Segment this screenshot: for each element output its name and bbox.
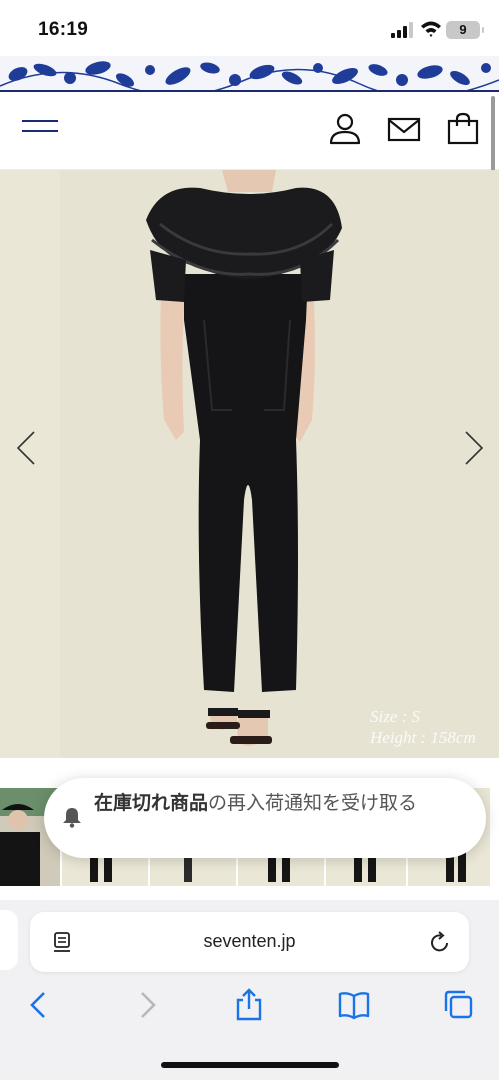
restock-notification-text: 在庫切れ商品の再入荷通知を受け取る — [94, 790, 424, 818]
product-image[interactable] — [0, 170, 499, 758]
model-size-caption: Size : S Height : 158cm — [370, 706, 476, 748]
restock-notification-button[interactable]: 在庫切れ商品の再入荷通知を受け取る — [44, 778, 486, 858]
decorative-floral-banner — [0, 56, 499, 92]
status-time: 16:19 — [38, 19, 89, 40]
account-icon[interactable] — [328, 112, 362, 146]
bell-icon — [63, 808, 81, 828]
shopping-bag-icon[interactable] — [446, 112, 480, 146]
share-icon[interactable] — [233, 988, 265, 1022]
size-label: Size : S — [370, 707, 421, 726]
back-icon[interactable] — [24, 988, 56, 1022]
browser-toolbar — [0, 988, 499, 1028]
mail-icon[interactable] — [387, 112, 421, 146]
address-bar[interactable]: seventen.jp — [30, 912, 469, 972]
restock-strong-text: 在庫切れ商品 — [94, 793, 209, 814]
url-text: seventen.jp — [203, 931, 296, 951]
wifi-icon — [421, 21, 441, 37]
chevron-left-icon[interactable] — [14, 430, 38, 466]
signal-icon — [391, 22, 413, 38]
previous-tab-preview[interactable] — [0, 910, 18, 970]
status-bar: 16:19 9 — [0, 0, 499, 56]
battery-icon: 9 — [446, 21, 484, 39]
home-indicator — [161, 1062, 339, 1068]
tabs-icon[interactable] — [442, 988, 474, 1022]
restock-rest-text: の再入荷通知を受け取る — [208, 793, 418, 814]
browser-bottom-bar: seventen.jp — [0, 900, 499, 1080]
forward-icon[interactable] — [130, 988, 162, 1022]
reload-icon[interactable] — [429, 930, 451, 954]
chevron-right-icon[interactable] — [462, 430, 486, 466]
site-header — [0, 92, 499, 170]
bookmarks-icon[interactable] — [338, 988, 370, 1022]
hamburger-menu-icon[interactable] — [22, 120, 58, 140]
height-label: Height : 158cm — [370, 728, 476, 747]
